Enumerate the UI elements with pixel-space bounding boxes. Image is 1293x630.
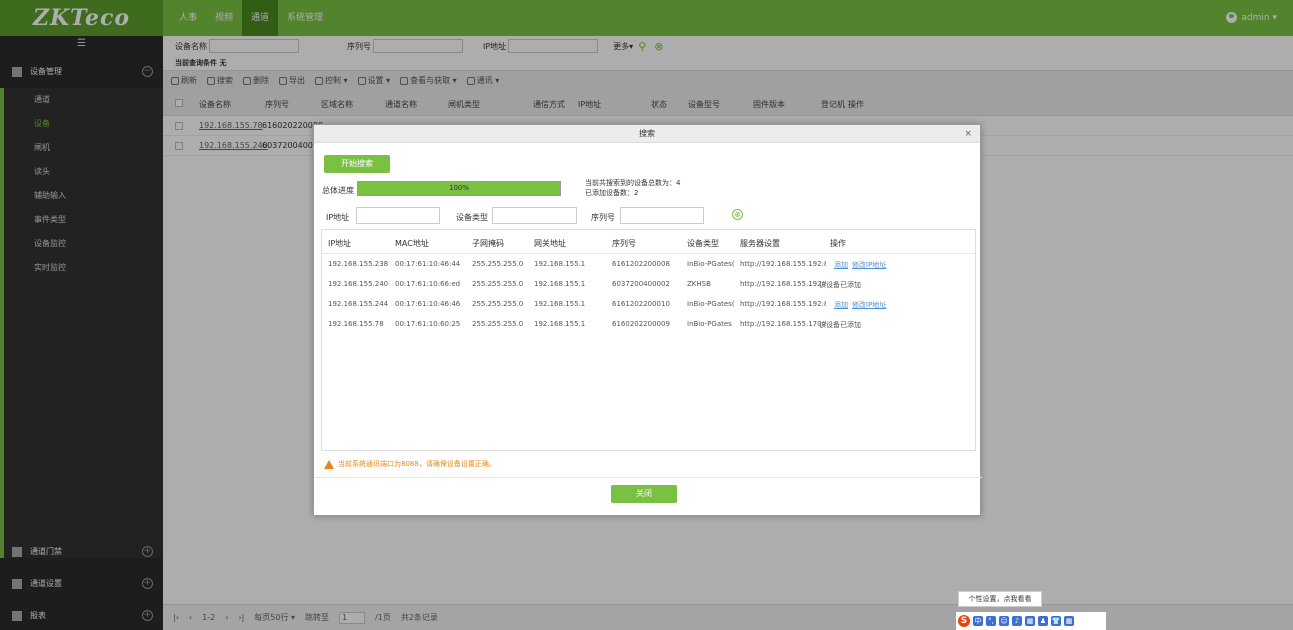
ime-toolbar[interactable]: S 中 °, ☺ ♪ ▦ ♟ 👕 ▦ [956,612,1106,630]
punctuation-icon[interactable]: °, [986,616,996,626]
progress-label: 总体进度 [322,186,354,195]
modify-ip-link[interactable]: 修改IP地址 [852,261,886,269]
device-added-status: 该设备已添加 [819,321,861,329]
dialog-title: 搜索 [639,129,655,138]
dialog-ip-input[interactable] [356,207,440,224]
result-mask: 255.255.255.0 [472,320,524,328]
result-row[interactable]: 192.168.155.240 00:17:61:10:66:ed 255.255.… [322,274,975,294]
result-row[interactable]: 192.168.155.244 00:17:61:10:46:46 255.255.… [322,294,975,314]
progress-info: 当前共搜索到的设备总数为：4 已添加设备数：2 [585,178,680,198]
result-ip: 192.168.155.240 [328,280,389,288]
result-ops: 添加 修改IP地址 [834,300,890,310]
result-row[interactable]: 192.168.155.238 00:17:61:10:46:44 255.255.… [322,254,975,274]
results-header: IP地址 MAC地址 子网掩码 网关地址 序列号 设备类型 服务器设置 操作 [322,230,975,254]
result-mac: 00:17:61:10:66:ed [395,280,461,288]
skin-icon[interactable]: 👕 [1051,616,1061,626]
toolbox-icon[interactable]: ♟ [1038,616,1048,626]
result-mac: 00:17:61:10:60:25 [395,320,461,328]
result-row[interactable]: 192.168.155.78 00:17:61:10:60:25 255.255.2… [322,314,975,334]
result-mac: 00:17:61:10:46:44 [395,260,461,268]
result-server: http://192.168.155.170:8( [740,320,826,328]
dialog-serial-label: 序列号 [591,213,615,222]
col-server: 服务器设置 [740,239,780,248]
result-type: InBio-PGates( [687,260,735,268]
result-ops: 该设备已添加 [819,280,861,290]
col-ip: IP地址 [328,239,352,248]
dialog-separator [314,477,982,478]
keyboard-icon[interactable]: ▦ [1025,616,1035,626]
close-icon[interactable]: × [964,125,972,143]
result-gw: 192.168.155.1 [534,320,586,328]
col-ops: 操作 [830,239,846,248]
result-serial: 6161202200008 [612,260,670,268]
search-dialog: 搜索 × 开始搜索 总体进度 100% 当前共搜索到的设备总数为：4 已添加设备… [313,124,982,516]
dialog-type-label: 设备类型 [456,213,488,222]
result-gw: 192.168.155.1 [534,260,586,268]
result-ip: 192.168.155.78 [328,320,384,328]
add-device-link[interactable]: 添加 [834,261,848,269]
progress-bar: 100% [357,181,561,196]
device-added-status: 该设备已添加 [819,281,861,289]
added-count: 已添加设备数：2 [585,189,639,197]
result-type: ZKHSB [687,280,711,288]
sogou-logo-icon[interactable]: S [958,615,970,627]
result-ip: 192.168.155.238 [328,260,389,268]
result-server: http://192.168.155.192:8( [740,300,826,308]
menu-icon[interactable]: ▦ [1064,616,1074,626]
result-type: InBio-PGates [687,320,732,328]
result-server: http://192.168.155.192:8( [740,280,826,288]
dialog-header: 搜索 × [314,125,980,143]
voice-icon[interactable]: ♪ [1012,616,1022,626]
warning-message: 当前系统通讯端口为8088，请确保设备设置正确。 [324,459,496,469]
result-mac: 00:17:61:10:46:46 [395,300,461,308]
result-ip: 192.168.155.244 [328,300,389,308]
result-serial: 6160202200009 [612,320,670,328]
result-mask: 255.255.255.0 [472,300,524,308]
close-button[interactable]: 关闭 [611,485,677,503]
ime-tooltip: 个性设置，点我看看 [958,591,1042,607]
result-mask: 255.255.255.0 [472,260,524,268]
col-mask: 子网掩码 [472,239,504,248]
result-gw: 192.168.155.1 [534,280,586,288]
search-results-table: IP地址 MAC地址 子网掩码 网关地址 序列号 设备类型 服务器设置 操作 1… [321,229,976,451]
result-ops: 该设备已添加 [819,320,861,330]
warning-icon [324,459,334,469]
modify-ip-link[interactable]: 修改IP地址 [852,301,886,309]
result-mask: 255.255.255.0 [472,280,524,288]
col-device-type: 设备类型 [687,239,719,248]
clear-filter-icon[interactable]: ⊗ [732,209,743,220]
result-server: http://192.168.155.192:8( [740,260,826,268]
dialog-ip-label: IP地址 [326,213,350,222]
col-gateway: 网关地址 [534,239,566,248]
chinese-mode-icon[interactable]: 中 [973,616,983,626]
progress-fill: 100% [358,182,560,195]
found-count: 当前共搜索到的设备总数为：4 [585,179,681,187]
col-mac: MAC地址 [395,239,429,248]
start-search-button[interactable]: 开始搜索 [324,155,390,173]
result-gw: 192.168.155.1 [534,300,586,308]
add-device-link[interactable]: 添加 [834,301,848,309]
result-serial: 6037200400002 [612,280,670,288]
result-type: InBio-PGates( [687,300,735,308]
dialog-type-input[interactable] [492,207,577,224]
emoji-icon[interactable]: ☺ [999,616,1009,626]
result-serial: 6161202200010 [612,300,670,308]
col-serial: 序列号 [612,239,636,248]
dialog-serial-input[interactable] [620,207,704,224]
result-ops: 添加 修改IP地址 [834,260,890,270]
